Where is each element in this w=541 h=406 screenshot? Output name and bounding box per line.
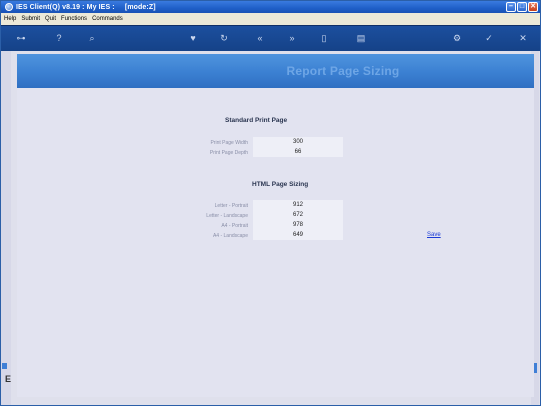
menu-help[interactable]: Help bbox=[4, 16, 16, 22]
favorite-icon[interactable]: ♥ bbox=[185, 31, 201, 45]
a4-landscape-label: A4 - Landscape bbox=[212, 233, 248, 239]
letter-landscape-label: Letter - Landscape bbox=[206, 213, 248, 219]
window-controls: – □ ✕ bbox=[506, 2, 538, 12]
menu-quit[interactable]: Quit bbox=[45, 16, 56, 22]
close-window-button[interactable]: ✕ bbox=[528, 2, 538, 12]
back-icon[interactable]: « bbox=[252, 31, 268, 45]
refresh-icon[interactable]: ↻ bbox=[216, 31, 232, 45]
confirm-icon[interactable]: ✓ bbox=[481, 31, 497, 45]
toolbar: ⊶ ? ⌕ ♥ ↻ « » ▯ ▤ ⚙ ✓ ✕ bbox=[1, 25, 540, 51]
maximize-button[interactable]: □ bbox=[517, 2, 527, 12]
letter-portrait-label: Letter - Portrait bbox=[214, 203, 248, 209]
letter-portrait-value[interactable]: 912 bbox=[253, 200, 343, 210]
a4-landscape-value[interactable]: 649 bbox=[253, 230, 343, 240]
print-width-value[interactable]: 300 bbox=[253, 137, 343, 147]
app-icon bbox=[5, 3, 13, 11]
forward-icon[interactable]: » bbox=[284, 31, 300, 45]
page-title: Report Page Sizing bbox=[286, 64, 400, 78]
letter-landscape-value[interactable]: 672 bbox=[253, 210, 343, 220]
right-marker-icon bbox=[534, 363, 537, 373]
main-content: Report Page Sizing Standard Print Page P… bbox=[17, 54, 534, 397]
document-icon[interactable]: ▯ bbox=[316, 31, 332, 45]
menu-functions[interactable]: Functions bbox=[61, 16, 87, 22]
window-title: IES Client(Q) v8.19 : My IES : [mode:Z] bbox=[16, 3, 156, 11]
menu-submit[interactable]: Submit bbox=[21, 16, 40, 22]
minimize-button[interactable]: – bbox=[506, 2, 516, 12]
search-icon[interactable]: ⌕ bbox=[84, 31, 100, 45]
page-banner: Report Page Sizing bbox=[17, 54, 534, 88]
html-sizing-heading: HTML Page Sizing bbox=[252, 181, 309, 188]
a4-portrait-value[interactable]: 978 bbox=[253, 220, 343, 230]
notes-icon[interactable]: ▤ bbox=[353, 31, 369, 45]
title-bar: IES Client(Q) v8.19 : My IES : [mode:Z] … bbox=[1, 1, 540, 13]
menu-bar: Help Submit Quit Functions Commands bbox=[1, 13, 540, 25]
print-width-label: Print Page Width bbox=[210, 140, 248, 146]
close-icon[interactable]: ✕ bbox=[515, 31, 531, 45]
settings-icon[interactable]: ⚙ bbox=[449, 31, 465, 45]
standard-print-heading: Standard Print Page bbox=[225, 117, 288, 124]
key-icon[interactable]: ⊶ bbox=[10, 31, 32, 45]
app-window: IES Client(Q) v8.19 : My IES : [mode:Z] … bbox=[0, 0, 541, 406]
help-icon[interactable]: ? bbox=[51, 31, 67, 45]
print-depth-label: Print Page Depth bbox=[209, 150, 248, 156]
side-e-label[interactable]: E bbox=[5, 374, 11, 384]
save-link[interactable]: Save bbox=[427, 232, 441, 238]
left-side-panel bbox=[1, 51, 11, 405]
print-depth-value[interactable]: 66 bbox=[253, 147, 343, 157]
side-marker-icon bbox=[2, 363, 7, 369]
a4-portrait-label: A4 - Portrait bbox=[221, 223, 248, 229]
menu-commands[interactable]: Commands bbox=[92, 16, 123, 22]
